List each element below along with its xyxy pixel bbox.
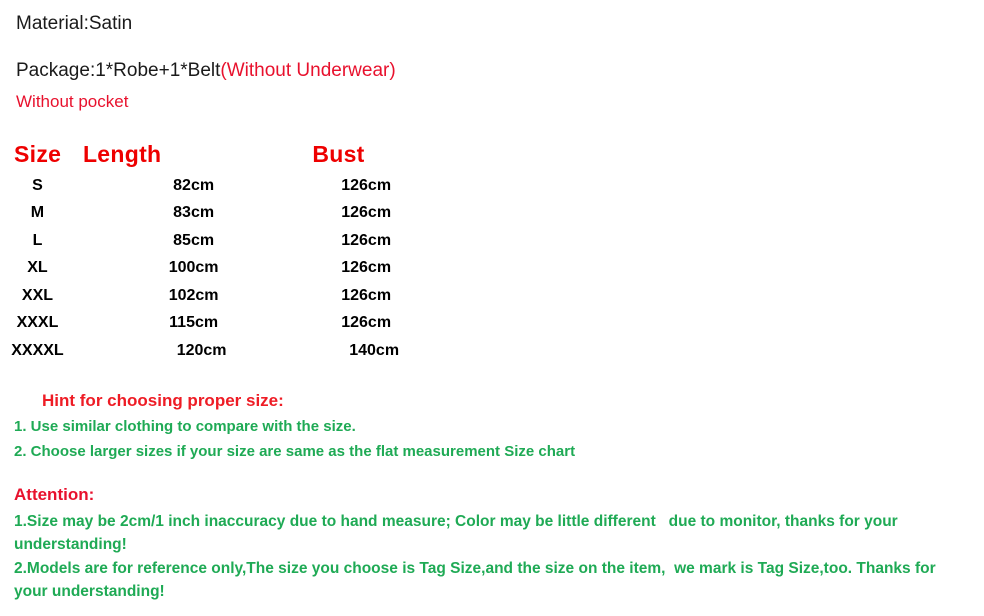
table-row: XXXXL 120cm 140cm <box>0 337 420 365</box>
cell-bust: 126cm <box>341 314 392 332</box>
cell-bust: 126cm <box>341 259 392 277</box>
table-row: M 83cm 126cm <box>0 200 420 228</box>
cell-length: 83cm <box>173 204 215 222</box>
cell-bust: 140cm <box>349 341 400 359</box>
cell-length: 82cm <box>173 176 215 194</box>
cell-size: M <box>30 204 45 222</box>
table-header-row: Size Length Bust <box>0 136 420 172</box>
hint-title: Hint for choosing proper size: <box>42 391 284 410</box>
cell-bust: 126cm <box>341 204 392 222</box>
attention-item-1: 1.Size may be 2cm/1 inch inaccuracy due … <box>14 513 903 553</box>
cell-size: XL <box>27 259 48 277</box>
header-size: Size <box>14 140 62 167</box>
attention-title: Attention: <box>14 485 95 504</box>
cell-bust: 126cm <box>341 176 392 194</box>
package-note: (Without Underwear) <box>220 60 396 81</box>
cell-size: XXXL <box>16 314 59 332</box>
size-chart-table: Size Length Bust S 82cm 126cm M 83cm 126… <box>0 136 420 365</box>
cell-length: 115cm <box>169 314 219 332</box>
hint-item-1: 1. Use similar clothing to compare with … <box>14 418 356 435</box>
cell-size: S <box>32 176 43 194</box>
header-bust: Bust <box>312 140 365 167</box>
cell-length: 85cm <box>173 231 215 249</box>
package-label: Package:1*Robe+1*Belt <box>16 60 221 81</box>
cell-length: 102cm <box>168 286 219 304</box>
header-length: Length <box>82 140 162 167</box>
cell-bust: 126cm <box>341 286 392 304</box>
attention-list: 1.Size may be 2cm/1 inch inaccuracy due … <box>14 510 954 604</box>
material-line: Material:Satin <box>16 13 133 34</box>
cell-size: XXXXL <box>11 341 64 359</box>
cell-bust: 126cm <box>341 231 392 249</box>
hint-item-2: 2. Choose larger sizes if your size are … <box>14 443 576 460</box>
table-row: L 85cm 126cm <box>0 227 420 255</box>
cell-size: L <box>32 231 43 249</box>
package-line: Package:1*Robe+1*Belt(Without Underwear) <box>16 60 396 82</box>
table-row: XL 100cm 126cm <box>0 255 420 283</box>
table-row: XXL 102cm 126cm <box>0 282 420 310</box>
cell-length: 120cm <box>176 341 227 359</box>
cell-size: XXL <box>21 286 54 304</box>
table-row: S 82cm 126cm <box>0 172 420 200</box>
table-row: XXXL 115cm 126cm <box>0 310 420 338</box>
pocket-note: Without pocket <box>16 92 129 111</box>
attention-item-2: 2.Models are for reference only,The size… <box>14 560 940 600</box>
cell-length: 100cm <box>168 259 219 277</box>
size-chart-page: Material:Satin Package:1*Robe+1*Belt(Wit… <box>0 0 984 616</box>
